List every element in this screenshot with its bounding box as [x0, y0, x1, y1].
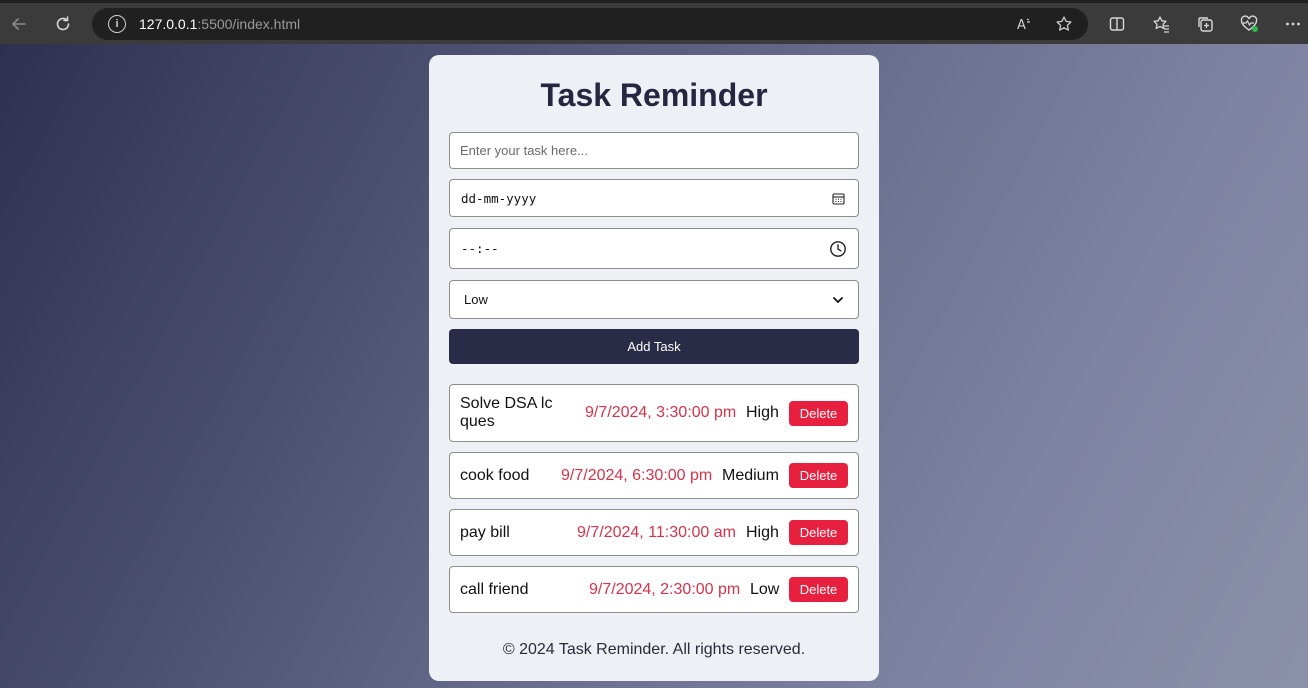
- url-host: 127.0.0.1: [139, 16, 198, 32]
- clock-icon[interactable]: [828, 239, 848, 259]
- task-item: call friend 9/7/2024, 2:30:00 pm Low Del…: [449, 566, 859, 613]
- page-title: Task Reminder: [540, 77, 768, 113]
- task-name: cook food: [460, 467, 530, 484]
- task-item: Solve DSA lc ques 9/7/2024, 3:30:00 pm H…: [449, 384, 859, 442]
- delete-button[interactable]: Delete: [789, 520, 848, 545]
- more-icon[interactable]: [1279, 10, 1307, 38]
- favorites-icon[interactable]: [1147, 10, 1175, 38]
- calendar-icon[interactable]: [828, 188, 848, 208]
- task-priority: Low: [750, 581, 780, 598]
- page-background: Task Reminder dd-mm-yyyy --:-- Low Add T…: [0, 44, 1308, 688]
- time-field[interactable]: --:--: [449, 228, 859, 269]
- favorite-star-icon[interactable]: [1052, 12, 1076, 36]
- footer-text: © 2024 Task Reminder. All rights reserve…: [502, 641, 806, 658]
- read-aloud-icon[interactable]: A: [1012, 12, 1036, 36]
- health-icon[interactable]: [1235, 10, 1263, 38]
- back-icon[interactable]: [5, 10, 33, 38]
- task-priority: High: [746, 524, 779, 541]
- collections-icon[interactable]: [1191, 10, 1219, 38]
- refresh-icon[interactable]: [49, 10, 77, 38]
- address-bar[interactable]: i 127.0.0.1:5500/index.html A: [92, 8, 1088, 40]
- task-datetime: 9/7/2024, 6:30:00 pm: [561, 467, 713, 484]
- task-datetime: 9/7/2024, 11:30:00 am: [577, 524, 736, 541]
- delete-button[interactable]: Delete: [789, 463, 848, 488]
- task-input[interactable]: [450, 143, 858, 158]
- date-placeholder: dd-mm-yyyy: [461, 190, 537, 206]
- task-name: pay bill: [460, 524, 510, 541]
- add-task-button[interactable]: Add Task: [449, 329, 859, 364]
- date-field[interactable]: dd-mm-yyyy: [449, 179, 859, 217]
- task-name: call friend: [460, 581, 529, 598]
- delete-button[interactable]: Delete: [789, 401, 848, 426]
- task-priority: High: [746, 404, 779, 421]
- task-name: Solve DSA lc ques: [460, 395, 553, 430]
- url-path: :5500/index.html: [197, 16, 301, 32]
- priority-selected-value: Low: [464, 292, 488, 307]
- task-item: cook food 9/7/2024, 6:30:00 pm Medium De…: [449, 452, 859, 499]
- task-input-field[interactable]: [449, 132, 859, 169]
- info-icon[interactable]: i: [108, 15, 126, 33]
- task-datetime: 9/7/2024, 3:30:00 pm: [585, 404, 737, 421]
- time-placeholder: --:--: [461, 241, 499, 256]
- svg-text:A: A: [1017, 18, 1026, 33]
- chevron-down-icon: [828, 290, 848, 310]
- task-item: pay bill 9/7/2024, 11:30:00 am High Dele…: [449, 509, 859, 556]
- url-text[interactable]: 127.0.0.1:5500/index.html: [139, 16, 300, 32]
- task-datetime: 9/7/2024, 2:30:00 pm: [589, 581, 741, 598]
- priority-select[interactable]: Low: [449, 280, 859, 319]
- browser-toolbar: i 127.0.0.1:5500/index.html A: [0, 0, 1308, 44]
- task-reminder-card: Task Reminder dd-mm-yyyy --:-- Low Add T…: [429, 55, 879, 681]
- delete-button[interactable]: Delete: [789, 577, 848, 602]
- split-screen-icon[interactable]: [1103, 10, 1131, 38]
- task-priority: Medium: [722, 467, 779, 484]
